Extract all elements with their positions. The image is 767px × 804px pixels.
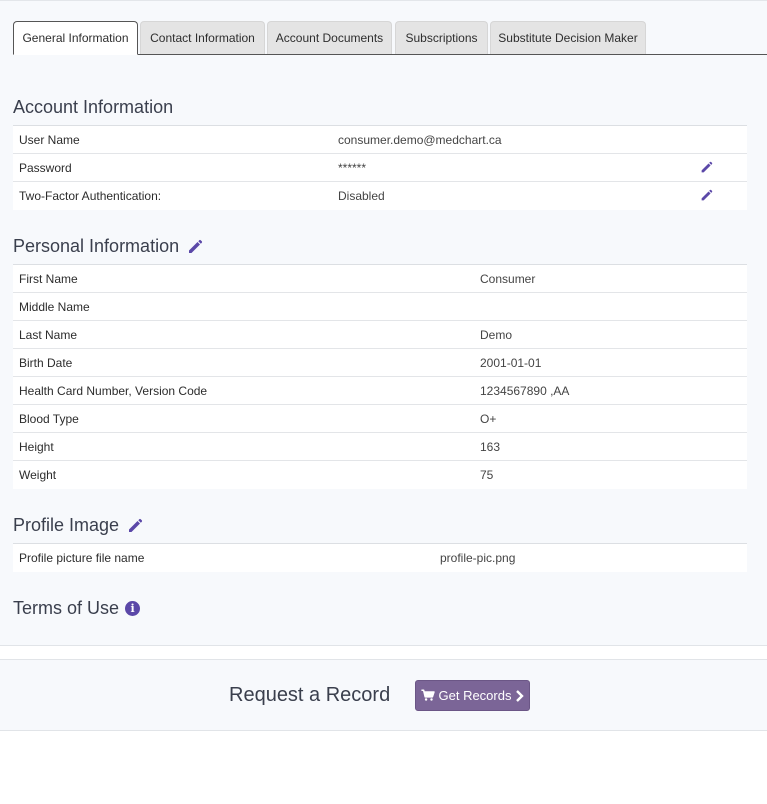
table-row: Blood Type O+ <box>13 405 747 433</box>
section-title-text: Terms of Use <box>13 598 120 618</box>
table-row: Password ****** <box>13 154 747 182</box>
table-row: Health Card Number, Version Code 1234567… <box>13 377 747 405</box>
account-information-heading: Account Information <box>13 97 173 118</box>
row-label: Birth Date <box>19 356 73 370</box>
tab-label: Contact Information <box>150 31 255 45</box>
general-information-panel: General Information Contact Information … <box>0 1 767 646</box>
row-label: Weight <box>19 468 57 482</box>
row-label: Blood Type <box>19 412 79 426</box>
row-value: Demo <box>480 328 513 342</box>
table-row: Profile picture file name profile-pic.pn… <box>13 544 747 572</box>
tab-general-information[interactable]: General Information <box>13 21 138 55</box>
personal-information-table: First Name Consumer Middle Name Last Nam… <box>13 264 747 489</box>
table-row: Two-Factor Authentication: Disabled <box>13 182 747 210</box>
edit-password-pencil-icon[interactable] <box>700 161 713 174</box>
row-value: Disabled <box>338 189 385 203</box>
section-title-text: Personal Information <box>13 236 180 256</box>
terms-of-use-heading: Terms of Use i <box>13 598 141 619</box>
row-value: 163 <box>480 440 501 454</box>
shopping-cart-icon <box>420 689 435 702</box>
chevron-right-icon <box>515 689 525 702</box>
row-label: Password <box>19 161 72 175</box>
request-record-bar: Request a Record Get Records <box>0 659 767 731</box>
row-value: Consumer <box>480 272 536 286</box>
tab-subscriptions[interactable]: Subscriptions <box>395 21 488 54</box>
personal-information-heading: Personal Information <box>13 236 203 257</box>
tab-bar: General Information Contact Information … <box>13 21 767 55</box>
get-records-label: Get Records <box>438 688 512 703</box>
row-label: Last Name <box>19 328 78 342</box>
edit-profile-image-pencil-icon[interactable] <box>127 518 143 534</box>
row-value: 2001-01-01 <box>480 356 542 370</box>
request-record-title: Request a Record <box>229 684 391 706</box>
tab-contact-information[interactable]: Contact Information <box>140 21 265 54</box>
table-row: Last Name Demo <box>13 321 747 349</box>
section-title-text: Account Information <box>13 97 174 117</box>
table-row: First Name Consumer <box>13 265 747 293</box>
table-row: User Name consumer.demo@medchart.ca <box>13 126 747 154</box>
row-label: Profile picture file name <box>19 551 145 565</box>
row-label: Height <box>19 440 54 454</box>
tab-label: Substitute Decision Maker <box>498 31 638 45</box>
tab-account-documents[interactable]: Account Documents <box>267 21 392 54</box>
row-value: O+ <box>480 412 497 426</box>
edit-personal-information-pencil-icon[interactable] <box>187 239 203 255</box>
table-row: Birth Date 2001-01-01 <box>13 349 747 377</box>
row-label: Middle Name <box>19 300 90 314</box>
table-row: Middle Name <box>13 293 747 321</box>
edit-two-factor-pencil-icon[interactable] <box>700 189 713 202</box>
tab-label: General Information <box>22 31 129 45</box>
tab-label: Subscriptions <box>405 31 478 45</box>
get-records-button[interactable]: Get Records <box>415 680 530 711</box>
row-value: 1234567890 ,AA <box>480 384 570 398</box>
row-label: Health Card Number, Version Code <box>19 384 208 398</box>
row-label: First Name <box>19 272 78 286</box>
row-value: profile-pic.png <box>440 551 516 565</box>
account-information-table: User Name consumer.demo@medchart.ca Pass… <box>13 125 747 210</box>
section-title-text: Profile Image <box>13 515 120 535</box>
tab-label: Account Documents <box>275 31 384 45</box>
profile-image-table: Profile picture file name profile-pic.pn… <box>13 543 747 572</box>
row-label: User Name <box>19 133 80 147</box>
row-value: consumer.demo@medchart.ca <box>338 133 502 147</box>
profile-image-heading: Profile Image <box>13 515 143 536</box>
row-label: Two-Factor Authentication: <box>19 189 162 203</box>
table-row: Weight 75 <box>13 461 747 489</box>
info-circle-icon[interactable]: i <box>125 601 141 616</box>
row-value: ****** <box>338 161 367 175</box>
row-value: 75 <box>480 468 494 482</box>
tab-substitute-decision-maker[interactable]: Substitute Decision Maker <box>490 21 646 54</box>
table-row: Height 163 <box>13 433 747 461</box>
